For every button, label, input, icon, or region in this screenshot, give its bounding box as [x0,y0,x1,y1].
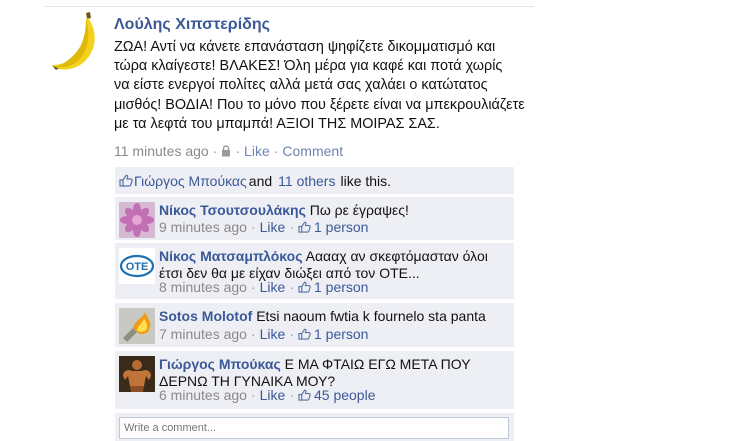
separator: · [250,326,256,342]
separator: · [289,279,294,295]
likes-summary: Γιώργος Μπούκας and 11 others like this. [115,167,514,194]
thumbs-up-icon [119,174,133,187]
comment-meta: 7 minutes ago · Like · 1 person [159,326,368,342]
comment-like-link[interactable]: Like [260,279,286,295]
thumbs-up-icon [298,389,311,401]
comment-item: Νίκος Τσουτσουλάκης Πω ρε έγραψες! 9 min… [115,197,514,240]
comment-timestamp[interactable]: 8 minutes ago [159,279,247,295]
liker-name-link[interactable]: Γιώργος Μπούκας [134,173,247,189]
comment-item: ΟΤΕ Νίκος Ματσαμπλόκος Ααααχ αν σκεφτόμα… [115,243,514,299]
comment-timestamp[interactable]: 6 minutes ago [159,387,247,403]
separator: · [250,279,256,295]
comment-meta: 9 minutes ago · Like · 1 person [159,219,368,235]
comment-likes-count[interactable]: 1 person [314,219,368,235]
ote-logo-text: ΟΤΕ [126,261,149,273]
comment-item: Sotos Molotof Etsi naoum fwtia k fournel… [115,303,514,347]
separator: · [235,143,241,159]
pink-flower-icon[interactable] [119,202,155,238]
write-comment-input[interactable] [119,417,509,439]
comment-text: Etsi naoum fwtia k fournelo sta panta [256,308,486,324]
comment-item: Γιώργος Μπούκας Ε ΜΑ ΦΤΑΙΩ ΕΓΩ ΜΕΤΑ ΠΟΥ … [115,351,514,409]
comment-meta: 6 minutes ago · Like · 45 people [159,387,376,403]
thumbs-up-icon [298,328,311,340]
post-timestamp[interactable]: 11 minutes ago [114,143,209,159]
post-text-line: μισθός! ΒΟΔΙΑ! Που το μόνο που ξέρετε εί… [114,96,525,113]
post-text-line: να είστε ενεργοί πολίτες αλλά μετά σας χ… [114,77,488,94]
post-text-line: τώρα κλαίγεστε! ΒΛΑΚΕΣ! Όλη μέρα για καφ… [114,58,503,75]
thumbs-up-icon [298,281,311,293]
comment-author-link[interactable]: Γιώργος Μπούκας [159,356,281,372]
comment-author-link[interactable]: Sotos Molotof [159,308,252,324]
write-comment-box [115,413,514,441]
comment-body: Νίκος Ματσαμπλόκος Ααααχ αν σκεφτόμασταν… [159,248,509,282]
post-author-name[interactable]: Λούλης Χιπστερίδης [114,16,270,34]
comment-timestamp[interactable]: 7 minutes ago [159,326,247,342]
comment-likes-count[interactable]: 1 person [314,326,368,342]
separator: · [289,219,294,235]
comment-like-link[interactable]: Like [260,387,286,403]
top-divider [44,6,534,7]
comment-timestamp[interactable]: 9 minutes ago [159,219,247,235]
comment-like-link[interactable]: Like [260,219,286,235]
ote-logo-icon[interactable]: ΟΤΕ [119,248,155,284]
comment-author-link[interactable]: Νίκος Τσουτσουλάκης [159,202,306,218]
comment-likes-count[interactable]: 1 person [314,279,368,295]
separator: · [250,219,256,235]
comment-body: Γιώργος Μπούκας Ε ΜΑ ΦΤΑΙΩ ΕΓΩ ΜΕΤΑ ΠΟΥ … [159,356,509,390]
page-canvas: Λούλης Χιπστερίδης ΖΩΑ! Αντί να κάνετε ε… [0,0,740,441]
separator: · [289,326,294,342]
separator: · [289,387,294,403]
comment-likes-count[interactable]: 45 people [314,387,376,403]
post-meta: 11 minutes ago · · Like · Comment [114,143,343,159]
separator: · [273,143,279,159]
comment-author-link[interactable]: Νίκος Ματσαμπλόκος [159,248,302,264]
post-text: ΖΩΑ! Αντί να κάνετε επανάσταση ψηφίζετε … [114,38,554,134]
separator: · [212,143,218,159]
banana-icon[interactable] [46,9,104,73]
post-text-line: ΖΩΑ! Αντί να κάνετε επανάσταση ψηφίζετε … [114,39,496,55]
post-like-link[interactable]: Like [244,143,270,159]
molotov-fire-icon[interactable] [119,308,155,344]
likes-and-text: and [248,172,273,189]
post-comment-link[interactable]: Comment [282,143,343,159]
comment-text: Πω ρε έγραψες! [309,202,409,218]
comment-body: Νίκος Τσουτσουλάκης Πω ρε έγραψες! [159,202,509,219]
lock-icon[interactable] [221,145,231,157]
likes-others-link[interactable]: 11 others [278,173,335,189]
likes-suffix-text: like this. [340,172,392,189]
comment-like-link[interactable]: Like [260,326,286,342]
comment-meta: 8 minutes ago · Like · 1 person [159,279,368,295]
separator: · [250,387,256,403]
post-text-line: με τα λεφτά του μπαμπά! ΑΞΙΟΙ ΤΗΣ ΜΟΙΡΑΣ… [114,115,440,132]
comment-body: Sotos Molotof Etsi naoum fwtia k fournel… [159,308,509,325]
thumbs-up-icon [298,221,311,233]
bodybuilder-icon[interactable] [119,356,155,392]
